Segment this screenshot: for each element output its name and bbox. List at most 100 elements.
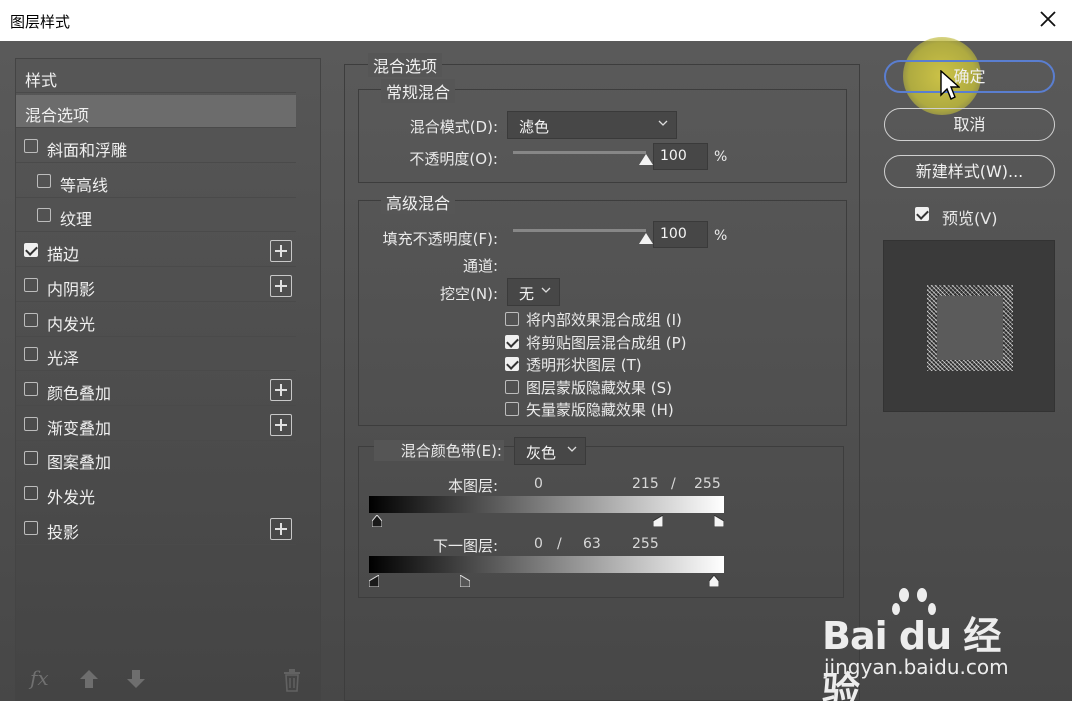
style-item-label: 图案叠加 (47, 453, 112, 472)
style-item-checkbox[interactable] (24, 521, 38, 535)
add-effect-button[interactable] (270, 518, 292, 540)
arrow-down-icon[interactable] (125, 668, 147, 690)
blending-options-title: 混合选项 (368, 53, 443, 77)
style-item-checkbox[interactable] (24, 451, 38, 465)
underlying-white-slider[interactable] (709, 575, 719, 587)
advanced-option-checkbox[interactable] (505, 334, 519, 349)
knockout-value: 无 (519, 285, 535, 303)
fx-icon[interactable]: fx (30, 666, 49, 690)
advanced-option-checkbox[interactable] (505, 312, 519, 326)
baidu-watermark: Bai du 经验 jingyan.baidu.com (822, 585, 1022, 701)
underlying-black-high-value: 63 (583, 536, 601, 552)
style-item[interactable]: 图案叠加 (16, 442, 296, 475)
this-layer-white-high-value: 255 (694, 476, 721, 492)
new-style-button[interactable]: 新建样式(W)... (884, 155, 1055, 188)
preview-core (937, 296, 1003, 360)
style-item[interactable]: 渐变叠加 (16, 408, 296, 441)
this-layer-gradient (369, 496, 724, 513)
fill-opacity-label: 填充不透明度(F): (382, 230, 498, 248)
style-item-label: 光泽 (47, 349, 80, 368)
styles-bottom-toolbar: fx (30, 666, 305, 692)
mouse-cursor-icon (940, 70, 960, 100)
window-title: 图层样式 (10, 13, 71, 31)
underlying-layer-gradient (369, 556, 724, 573)
opacity-input[interactable]: 100 (653, 143, 708, 170)
style-item-checkbox[interactable] (24, 347, 38, 361)
add-effect-button[interactable] (270, 240, 292, 262)
this-layer-separator: / (671, 476, 676, 492)
styles-header[interactable]: 样式 (16, 60, 296, 93)
style-item-label: 外发光 (47, 488, 96, 507)
this-layer-black-value: 0 (534, 476, 543, 492)
underlying-black-slider-right[interactable] (460, 575, 470, 587)
advanced-option-label: 透明形状图层 (T) (526, 356, 642, 374)
style-item-checkbox[interactable] (24, 382, 38, 396)
style-item-checkbox[interactable] (24, 313, 38, 327)
advanced-option-label: 图层蒙版隐藏效果 (S) (526, 378, 672, 397)
fill-opacity-unit: % (714, 228, 728, 244)
style-item[interactable]: 投影 (16, 512, 296, 545)
chevron-down-icon (567, 446, 577, 452)
style-item-checkbox[interactable] (24, 243, 38, 257)
blend-if-channel-value: 灰色 (526, 444, 557, 462)
style-item[interactable]: 描边 (16, 234, 296, 267)
style-item[interactable]: 外发光 (16, 477, 296, 510)
style-item-checkbox[interactable] (24, 139, 38, 153)
this-layer-black-slider[interactable] (372, 515, 382, 527)
trash-icon[interactable] (282, 668, 302, 692)
opacity-slider-thumb[interactable] (639, 154, 653, 165)
style-item-label: 内阴影 (47, 280, 96, 299)
add-effect-button[interactable] (270, 379, 292, 401)
chevron-down-icon (541, 287, 551, 293)
blend-mode-dropdown[interactable]: 滤色 (507, 111, 677, 139)
underlying-black-slider-left[interactable] (369, 575, 379, 587)
preview-checkbox[interactable] (915, 207, 929, 221)
knockout-dropdown[interactable]: 无 (507, 278, 560, 306)
style-item-label: 混合选项 (25, 106, 90, 125)
style-item-label: 斜面和浮雕 (47, 141, 128, 160)
ok-button[interactable]: 确定 (884, 60, 1055, 93)
arrow-up-icon[interactable] (78, 668, 100, 690)
style-item[interactable]: 光泽 (16, 338, 296, 371)
style-item-checkbox[interactable] (24, 278, 38, 292)
style-item[interactable]: 内阴影 (16, 269, 296, 302)
fill-opacity-input[interactable]: 100 (653, 221, 708, 248)
cancel-button[interactable]: 取消 (884, 108, 1055, 141)
fill-opacity-slider-thumb[interactable] (639, 233, 653, 244)
advanced-option-checkbox[interactable] (505, 379, 519, 394)
style-item-checkbox[interactable] (37, 174, 51, 188)
style-item-checkbox[interactable] (24, 417, 38, 431)
preview-swatch (927, 285, 1013, 371)
style-item-blending-options[interactable]: 混合选项 (16, 95, 296, 128)
advanced-option-checkbox[interactable] (505, 402, 519, 416)
this-layer-white-slider-right[interactable] (714, 515, 724, 527)
opacity-unit: % (714, 149, 728, 165)
this-layer-white-slider-left[interactable] (653, 515, 663, 527)
underlying-white-value: 255 (632, 536, 659, 552)
blend-mode-value: 滤色 (519, 118, 550, 136)
blend-mode-label: 混合模式(D): (409, 118, 498, 136)
chevron-down-icon (658, 120, 668, 126)
fill-opacity-slider[interactable] (513, 229, 646, 232)
preview-label: 预览(V) (942, 209, 998, 228)
add-effect-button[interactable] (270, 414, 292, 436)
style-item[interactable]: 纹理 (16, 199, 296, 232)
style-item-checkbox[interactable] (24, 486, 38, 500)
style-item-label: 投影 (47, 523, 80, 542)
style-item-label: 纹理 (60, 210, 93, 229)
advanced-option-label: 将剪贴图层混合成组 (P) (526, 333, 687, 352)
style-item[interactable]: 内发光 (16, 304, 296, 337)
opacity-label: 不透明度(O): (409, 150, 498, 168)
close-icon[interactable] (1036, 7, 1060, 31)
watermark-url: jingyan.baidu.com (824, 655, 1009, 679)
styles-header-label: 样式 (25, 71, 58, 90)
style-item[interactable]: 等高线 (16, 165, 296, 198)
style-item[interactable]: 颜色叠加 (16, 373, 296, 406)
style-item[interactable]: 斜面和浮雕 (16, 130, 296, 163)
advanced-option-checkbox[interactable] (505, 357, 519, 371)
style-item-checkbox[interactable] (37, 208, 51, 222)
blend-if-channel-dropdown[interactable]: 灰色 (514, 437, 586, 465)
add-effect-button[interactable] (270, 275, 292, 297)
opacity-slider[interactable] (513, 151, 646, 154)
style-item-label: 等高线 (60, 176, 109, 195)
